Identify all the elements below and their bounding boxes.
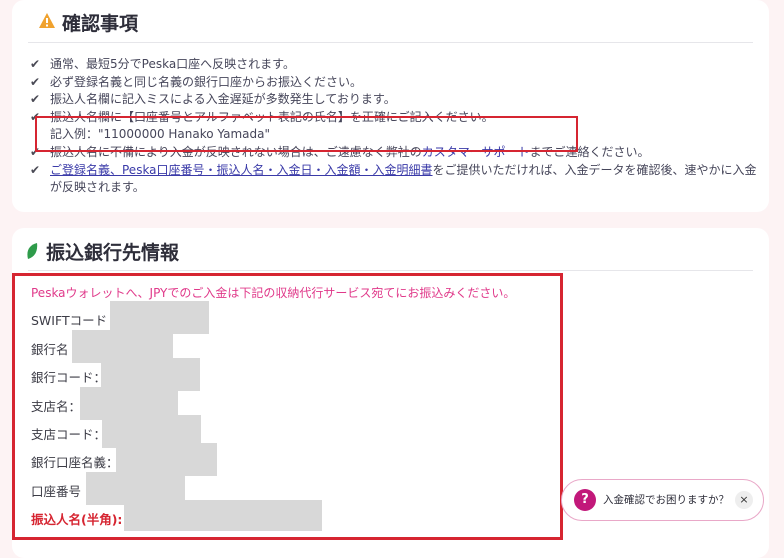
required-info-link[interactable]: ご登録名義、Peska口座番号・振込人名・入金日・入金額・入金明細書 (50, 163, 433, 177)
check-icon: ✔ (30, 74, 41, 89)
confirm-item-text: 通常、最短5分でPeska口座へ反映されます。 (50, 57, 295, 71)
close-icon[interactable]: × (735, 491, 753, 509)
warning-icon (39, 13, 55, 28)
bank-divider (28, 270, 753, 271)
confirm-item: ✔ 振込人名欄に記入ミスによる入金遅延が多数発生しております。 (30, 91, 760, 109)
check-icon: ✔ (30, 57, 41, 71)
confirm-item-body: ご登録名義、Peska口座番号・振込人名・入金日・入金額・入金明細書をご提供いた… (50, 162, 760, 197)
confirm-card: 確認事項 ✔ 通常、最短5分でPeska口座へ反映されます。 ✔ 必ず登録名義と… (12, 0, 769, 212)
confirm-divider (28, 42, 753, 43)
help-icon: ? (574, 489, 596, 511)
help-chat-widget[interactable]: ? 入金確認でお困りますか？ × (561, 479, 764, 521)
check-icon: ✔ (30, 92, 41, 107)
confirm-item-text: 必ず登録名義と同じ名義の銀行口座からお振込ください。 (50, 74, 363, 89)
highlight-box-bank-info (12, 273, 563, 540)
help-chat-text: 入金確認でお困りますか？ (603, 494, 729, 506)
confirm-item: ✔ 通常、最短5分でPeska口座へ反映されます。 (30, 56, 760, 74)
bank-title-wrap: 振込銀行先情報 (27, 238, 180, 265)
highlight-box-payer-instruction (35, 116, 578, 152)
confirm-item-text: 振込人名欄に記入ミスによる入金遅延が多数発生しております。 (50, 92, 396, 107)
check-icon: ✔ (30, 162, 41, 177)
leaf-icon (27, 243, 38, 259)
confirm-title-wrap: 確認事項 (38, 9, 138, 36)
confirm-item: ✔ ご登録名義、Peska口座番号・振込人名・入金日・入金額・入金明細書をご提供… (30, 162, 760, 197)
confirm-item: ✔ 必ず登録名義と同じ名義の銀行口座からお振込ください。 (30, 74, 760, 92)
bank-title: 振込銀行先情報 (46, 242, 180, 264)
